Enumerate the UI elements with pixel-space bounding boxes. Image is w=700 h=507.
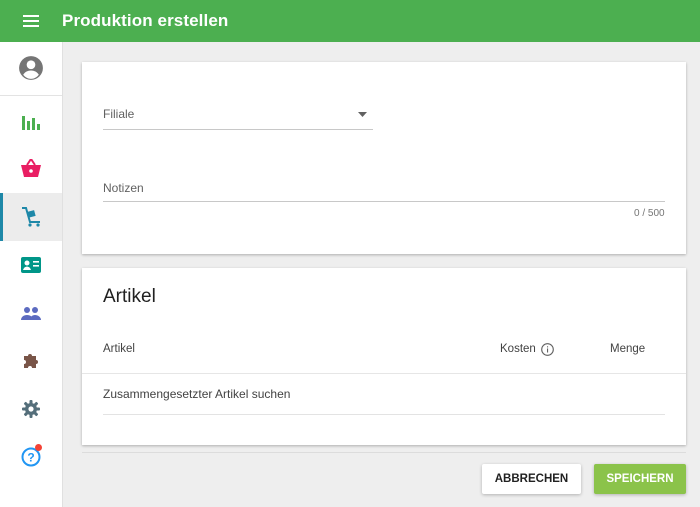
notizen-field[interactable]: [103, 201, 665, 202]
sidebar-item-help[interactable]: ?: [0, 433, 62, 481]
sidebar-item-statistics[interactable]: [0, 98, 62, 146]
page-title: Produktion erstellen: [62, 11, 229, 30]
info-icon[interactable]: [541, 343, 554, 356]
sidebar-item-account[interactable]: [0, 44, 62, 92]
table-divider: [82, 373, 686, 374]
contact-card-icon: [21, 257, 41, 273]
artikel-search-input[interactable]: Zusammengesetzter Artikel suchen: [103, 387, 290, 401]
account-circle-icon: [19, 56, 43, 80]
cancel-button[interactable]: ABBRECHEN: [482, 464, 581, 494]
svg-text:?: ?: [27, 451, 34, 465]
menu-button[interactable]: [0, 0, 62, 42]
sidebar-item-sales[interactable]: [0, 144, 62, 192]
save-button[interactable]: SPEICHERN: [594, 464, 686, 494]
sidebar-item-settings[interactable]: [0, 385, 62, 433]
gear-icon: [22, 400, 40, 418]
actions-divider: [82, 452, 686, 453]
sidebar-item-employees[interactable]: [0, 289, 62, 337]
top-app-bar: Produktion erstellen: [0, 0, 700, 42]
sidebar-item-production[interactable]: [0, 193, 62, 241]
sidebar-divider: [0, 95, 62, 96]
puzzle-icon: [24, 354, 38, 368]
filiale-select[interactable]: [103, 129, 373, 130]
production-form-card: Filiale Notizen 0 / 500: [82, 62, 686, 254]
cart-production-icon: [22, 207, 40, 227]
notizen-counter: 0 / 500: [634, 208, 665, 219]
people-icon: [21, 307, 41, 320]
artikel-card: Artikel Artikel Kosten Menge Zusammenges…: [82, 268, 686, 445]
sidebar: ?: [0, 42, 63, 507]
filiale-label: Filiale: [103, 107, 135, 121]
column-header-artikel: Artikel: [103, 343, 135, 355]
dropdown-arrow-icon[interactable]: [358, 112, 367, 117]
sidebar-item-extensions[interactable]: [0, 337, 62, 385]
column-header-kosten: Kosten: [500, 343, 536, 355]
notification-badge: [35, 444, 42, 451]
notizen-label: Notizen: [103, 181, 144, 195]
hamburger-menu-icon: [23, 15, 39, 27]
artikel-search-underline: [103, 414, 665, 415]
sidebar-item-customers[interactable]: [0, 241, 62, 289]
column-header-menge: Menge: [610, 343, 646, 355]
bar-chart-icon: [22, 116, 40, 130]
artikel-title: Artikel: [103, 286, 156, 307]
shopping-basket-icon: [21, 159, 41, 177]
